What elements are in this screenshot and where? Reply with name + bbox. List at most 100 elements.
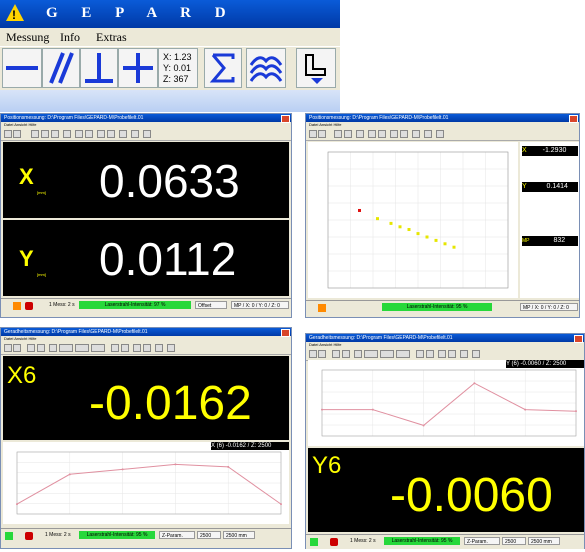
laser-intensity-bar: Laserstrahl-Intensität: 95 %: [79, 531, 155, 539]
sum-button[interactable]: [204, 48, 242, 88]
menu-info[interactable]: Info: [60, 30, 80, 45]
scatter-plot-area: [308, 142, 518, 298]
close-tool-icon[interactable]: [318, 350, 326, 358]
y-profile-chart: [321, 369, 577, 437]
scatter-point: [425, 235, 429, 239]
x-profile-readout: X (6) -0.0162 / Z: 2500: [211, 442, 289, 450]
iso-button[interactable]: [364, 350, 378, 358]
menu-extras[interactable]: Extras: [96, 30, 127, 45]
series-line: [322, 382, 577, 426]
window-icon[interactable]: [309, 130, 317, 138]
sigma-icon: [209, 53, 235, 83]
app-titlebar: ! G E P A R D: [0, 0, 340, 28]
waves-button[interactable]: [246, 48, 286, 88]
save-icon[interactable]: [41, 130, 49, 138]
ref-button[interactable]: [91, 344, 105, 352]
chart-icon[interactable]: [63, 130, 71, 138]
window-icon[interactable]: [309, 350, 317, 358]
play-icon[interactable]: [436, 130, 444, 138]
flag-icon[interactable]: [155, 344, 163, 352]
x-axis-label: X: [19, 164, 34, 189]
scatter-point: [434, 238, 438, 242]
ny-icon[interactable]: [426, 350, 434, 358]
settings-icon[interactable]: [424, 130, 432, 138]
mp-field: MP / X: 0 / Y: 0 / Z: 0: [520, 303, 578, 311]
offset-field[interactable]: Offset: [195, 301, 227, 309]
ron-button[interactable]: [380, 350, 394, 358]
z-icon[interactable]: [390, 130, 398, 138]
nx-icon[interactable]: [368, 130, 376, 138]
laser-intensity-bar: Laserstrahl-Intensität: 97 %: [79, 301, 191, 309]
z-icon[interactable]: [143, 344, 151, 352]
close-tool-icon[interactable]: [13, 344, 21, 352]
status-bar: 1 Mess: 2 s Laserstrahl-Intensität: 97 %…: [1, 298, 291, 313]
machine-tool-icon: [305, 54, 326, 84]
chart-icon[interactable]: [356, 130, 364, 138]
measure-indicator-icon: [310, 538, 318, 546]
chart-icon[interactable]: [354, 350, 362, 358]
settings-icon[interactable]: [131, 130, 139, 138]
machine-button[interactable]: [296, 48, 336, 88]
nx-icon[interactable]: [416, 350, 424, 358]
close-tool-icon[interactable]: [318, 130, 326, 138]
perpendicular-icon: [85, 53, 113, 83]
z-icon[interactable]: [107, 130, 115, 138]
flag-icon[interactable]: [412, 130, 420, 138]
window-title: Geradheitsmessung: D:\Program Files\GEPA…: [306, 334, 584, 342]
flag-icon[interactable]: [460, 350, 468, 358]
z-icon[interactable]: [400, 130, 408, 138]
save-icon[interactable]: [27, 344, 35, 352]
chart-icon[interactable]: [49, 344, 57, 352]
window-title: Geradheitsmessung: D:\Program Files\GEPA…: [1, 328, 291, 336]
save-icon[interactable]: [31, 130, 39, 138]
z-icon[interactable]: [448, 350, 456, 358]
z-value-field[interactable]: 2500: [197, 531, 221, 539]
parallel-button[interactable]: [42, 48, 80, 88]
y6-value: -0.0060: [390, 469, 553, 522]
close-tool-icon[interactable]: [13, 130, 21, 138]
z-icon[interactable]: [97, 130, 105, 138]
z-value-field[interactable]: 2500: [502, 537, 526, 545]
data-point: [524, 408, 527, 411]
settings-icon[interactable]: [167, 344, 175, 352]
flag-icon[interactable]: [119, 130, 127, 138]
print-icon[interactable]: [37, 344, 45, 352]
y-unit: [mm]: [37, 272, 46, 277]
readout-column: X -1.2930 Y 0.1414 MP 832: [520, 142, 579, 298]
print-icon[interactable]: [342, 350, 350, 358]
ny-icon[interactable]: [121, 344, 129, 352]
ron-button[interactable]: [75, 344, 89, 352]
perpendicular-button[interactable]: [80, 48, 118, 88]
ny-icon[interactable]: [85, 130, 93, 138]
window-toolbar: [306, 128, 579, 141]
window-icon[interactable]: [4, 130, 12, 138]
record-button[interactable]: [25, 302, 33, 310]
horizontal-line-button[interactable]: [2, 48, 42, 88]
y-axis-label: Y: [19, 246, 34, 271]
print-icon[interactable]: [51, 130, 59, 138]
window-icon[interactable]: [4, 344, 12, 352]
print-icon[interactable]: [344, 130, 352, 138]
ref-button[interactable]: [396, 350, 410, 358]
xyz-readout-button[interactable]: X: 1.23 Y: 0.01 Z: 367: [158, 48, 198, 88]
window-position-plot: Positionsmessung: D:\Program Files\GEPAR…: [305, 113, 580, 318]
mp-field: MP / X: 0 / Y: 0 / Z: 0: [231, 301, 289, 309]
record-button[interactable]: [25, 532, 33, 540]
z-icon[interactable]: [438, 350, 446, 358]
menu-messung[interactable]: Messung: [6, 30, 49, 45]
nx-icon[interactable]: [111, 344, 119, 352]
nx-icon[interactable]: [75, 130, 83, 138]
record-button[interactable]: [330, 538, 338, 546]
scatter-point: [407, 228, 411, 232]
y-readout-value: 0.1414: [546, 183, 568, 190]
settings-icon[interactable]: [472, 350, 480, 358]
save-icon[interactable]: [334, 130, 342, 138]
ny-icon[interactable]: [378, 130, 386, 138]
app-background-band: [0, 90, 340, 112]
data-point: [422, 424, 425, 427]
save-icon[interactable]: [332, 350, 340, 358]
plus-button[interactable]: [118, 48, 158, 88]
z-icon[interactable]: [133, 344, 141, 352]
iso-button[interactable]: [59, 344, 73, 352]
play-icon[interactable]: [143, 130, 151, 138]
